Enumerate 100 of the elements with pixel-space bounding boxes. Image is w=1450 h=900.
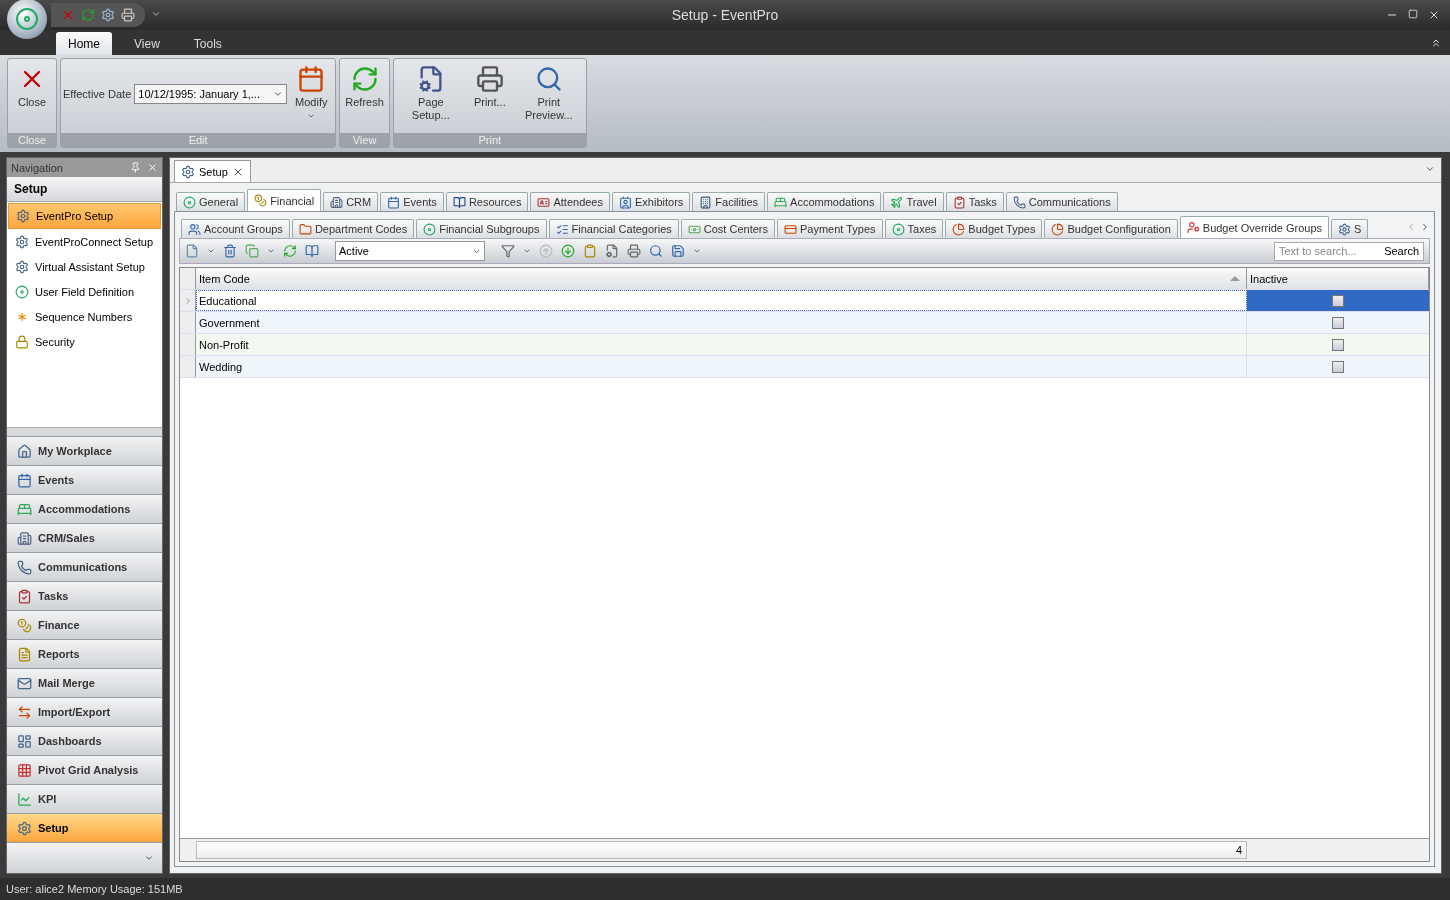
search-field[interactable]: Text to search... Search bbox=[1274, 241, 1424, 261]
sub-tab[interactable]: Account Groups bbox=[181, 219, 290, 238]
sub-tab[interactable]: Budget Types bbox=[945, 219, 1043, 238]
sub-tab[interactable]: Cost Centers bbox=[680, 219, 775, 238]
table-cell: Non-Profit bbox=[196, 334, 1247, 355]
row-indicator[interactable] bbox=[180, 356, 196, 377]
caret-icon bbox=[693, 247, 701, 255]
nav-button[interactable]: KPI bbox=[7, 784, 162, 813]
printer-icon bbox=[475, 65, 504, 93]
bed-icon bbox=[17, 501, 32, 517]
group-caption: View bbox=[340, 133, 389, 147]
calendar-icon bbox=[17, 472, 32, 488]
category-tab[interactable]: Communications bbox=[1005, 192, 1118, 211]
row-indicator[interactable] bbox=[180, 312, 196, 333]
new-document-icon bbox=[185, 244, 199, 258]
trash-icon bbox=[223, 244, 237, 258]
category-tab[interactable]: Attendees bbox=[530, 192, 610, 211]
ribbon-tab[interactable]: View bbox=[122, 32, 172, 55]
ribbon-button[interactable]: Page Setup... bbox=[395, 63, 466, 124]
nav-button[interactable]: Finance bbox=[7, 610, 162, 639]
row-indicator[interactable] bbox=[180, 290, 196, 311]
table-cell: Educational bbox=[196, 290, 1247, 311]
nav-button[interactable]: My Workplace bbox=[7, 436, 162, 465]
nav-item[interactable]: EventPro Setup bbox=[8, 203, 161, 229]
row-indicator[interactable] bbox=[180, 334, 196, 355]
checkbox[interactable] bbox=[1332, 316, 1344, 329]
sort-arrow-icon bbox=[1230, 276, 1240, 281]
category-tab[interactable]: Tasks bbox=[945, 192, 1004, 211]
splitter-handle[interactable] bbox=[7, 427, 162, 436]
sub-tab[interactable]: Budget Configuration bbox=[1044, 219, 1178, 238]
search-button[interactable]: Search bbox=[1384, 245, 1419, 257]
app-logo[interactable] bbox=[7, 0, 47, 39]
nav-button[interactable]: CRM/Sales bbox=[7, 523, 162, 552]
category-tab[interactable]: Travel bbox=[883, 192, 944, 211]
group-caption: Close bbox=[8, 133, 56, 147]
ribbon-tab[interactable]: Tools bbox=[181, 32, 234, 55]
ribbon-button[interactable]: Modify bbox=[289, 63, 334, 122]
ribbon-button[interactable]: Refresh bbox=[342, 63, 387, 111]
nav-button[interactable]: Communications bbox=[7, 552, 162, 581]
checkbox[interactable] bbox=[1332, 360, 1344, 373]
scroll-left-icon bbox=[1406, 222, 1416, 232]
caret-icon bbox=[1425, 164, 1435, 174]
refresh-icon bbox=[283, 244, 297, 258]
sub-tab[interactable]: Department Codes bbox=[291, 219, 415, 238]
nav-button[interactable]: Events bbox=[7, 465, 162, 494]
sub-tab[interactable]: Taxes bbox=[884, 219, 944, 238]
nav-button[interactable]: Setup bbox=[7, 813, 162, 842]
printer-icon bbox=[121, 8, 135, 22]
checkbox[interactable] bbox=[1332, 294, 1344, 307]
nav-button[interactable]: Pivot Grid Analysis bbox=[7, 755, 162, 784]
column-header[interactable]: Item Code bbox=[196, 268, 1247, 289]
nav-item[interactable]: Security bbox=[8, 330, 161, 354]
ribbon-button[interactable]: Close bbox=[10, 63, 54, 111]
nav-item[interactable]: User Field Definition bbox=[8, 280, 161, 304]
nav-button[interactable]: Mail Merge bbox=[7, 668, 162, 697]
sub-tab[interactable]: Financial Categories bbox=[548, 219, 679, 238]
ribbon-tab[interactable]: Home bbox=[56, 32, 112, 55]
category-tab[interactable]: Accommodations bbox=[767, 192, 882, 211]
ribbon-button[interactable]: Print... bbox=[467, 63, 512, 111]
date-dropdown[interactable]: 10/12/1995: January 1,... bbox=[134, 84, 288, 104]
category-tab[interactable]: Resources bbox=[445, 192, 529, 211]
checkbox[interactable] bbox=[1332, 338, 1344, 351]
sub-tab[interactable]: Budget Override Groups bbox=[1179, 216, 1330, 238]
phone-icon bbox=[17, 559, 32, 575]
sub-tab[interactable]: Financial Subgroups bbox=[416, 219, 547, 238]
table-cell: Wedding bbox=[196, 356, 1247, 377]
category-tab[interactable]: Exhibitors bbox=[612, 192, 691, 211]
category-tab[interactable]: Financial bbox=[247, 189, 322, 211]
sub-tab[interactable]: Payment Types bbox=[777, 219, 883, 238]
document-tab[interactable]: Setup bbox=[174, 160, 251, 182]
maximize-icon bbox=[1408, 9, 1418, 19]
pane-title: Navigation bbox=[11, 161, 64, 174]
gear-icon bbox=[15, 235, 29, 249]
window-title: Setup - EventPro bbox=[671, 7, 779, 23]
category-tab[interactable]: General bbox=[176, 192, 246, 211]
column-header[interactable]: Inactive bbox=[1247, 268, 1429, 289]
pin-icon bbox=[130, 162, 141, 173]
star-icon bbox=[15, 310, 29, 324]
nav-button[interactable]: Tasks bbox=[7, 581, 162, 610]
building-icon bbox=[699, 195, 713, 209]
nav-button[interactable]: Dashboards bbox=[7, 726, 162, 755]
nav-item[interactable]: Sequence Numbers bbox=[8, 305, 161, 329]
field-label: Effective Date bbox=[63, 88, 132, 100]
category-tab[interactable]: Events bbox=[380, 192, 444, 211]
nav-button[interactable]: Accommodations bbox=[7, 494, 162, 523]
document-icon bbox=[17, 646, 32, 662]
ribbon-button[interactable]: Print Preview... bbox=[513, 63, 584, 124]
sub-tab[interactable]: S bbox=[1331, 219, 1369, 238]
category-tab[interactable]: CRM bbox=[323, 192, 379, 211]
nav-item[interactable]: EventProConnect Setup bbox=[8, 230, 161, 254]
nav-button[interactable]: Reports bbox=[7, 639, 162, 668]
filter-dropdown[interactable]: Active bbox=[335, 241, 485, 261]
calendar-icon bbox=[297, 65, 326, 93]
category-tab[interactable]: Facilities bbox=[692, 192, 766, 211]
lock-icon bbox=[15, 335, 29, 349]
gear-icon bbox=[1338, 222, 1352, 236]
nav-item[interactable]: Virtual Assistant Setup bbox=[8, 255, 161, 279]
nav-button[interactable]: Import/Export bbox=[7, 697, 162, 726]
calendar-icon bbox=[387, 195, 401, 209]
coins-icon bbox=[254, 194, 268, 207]
